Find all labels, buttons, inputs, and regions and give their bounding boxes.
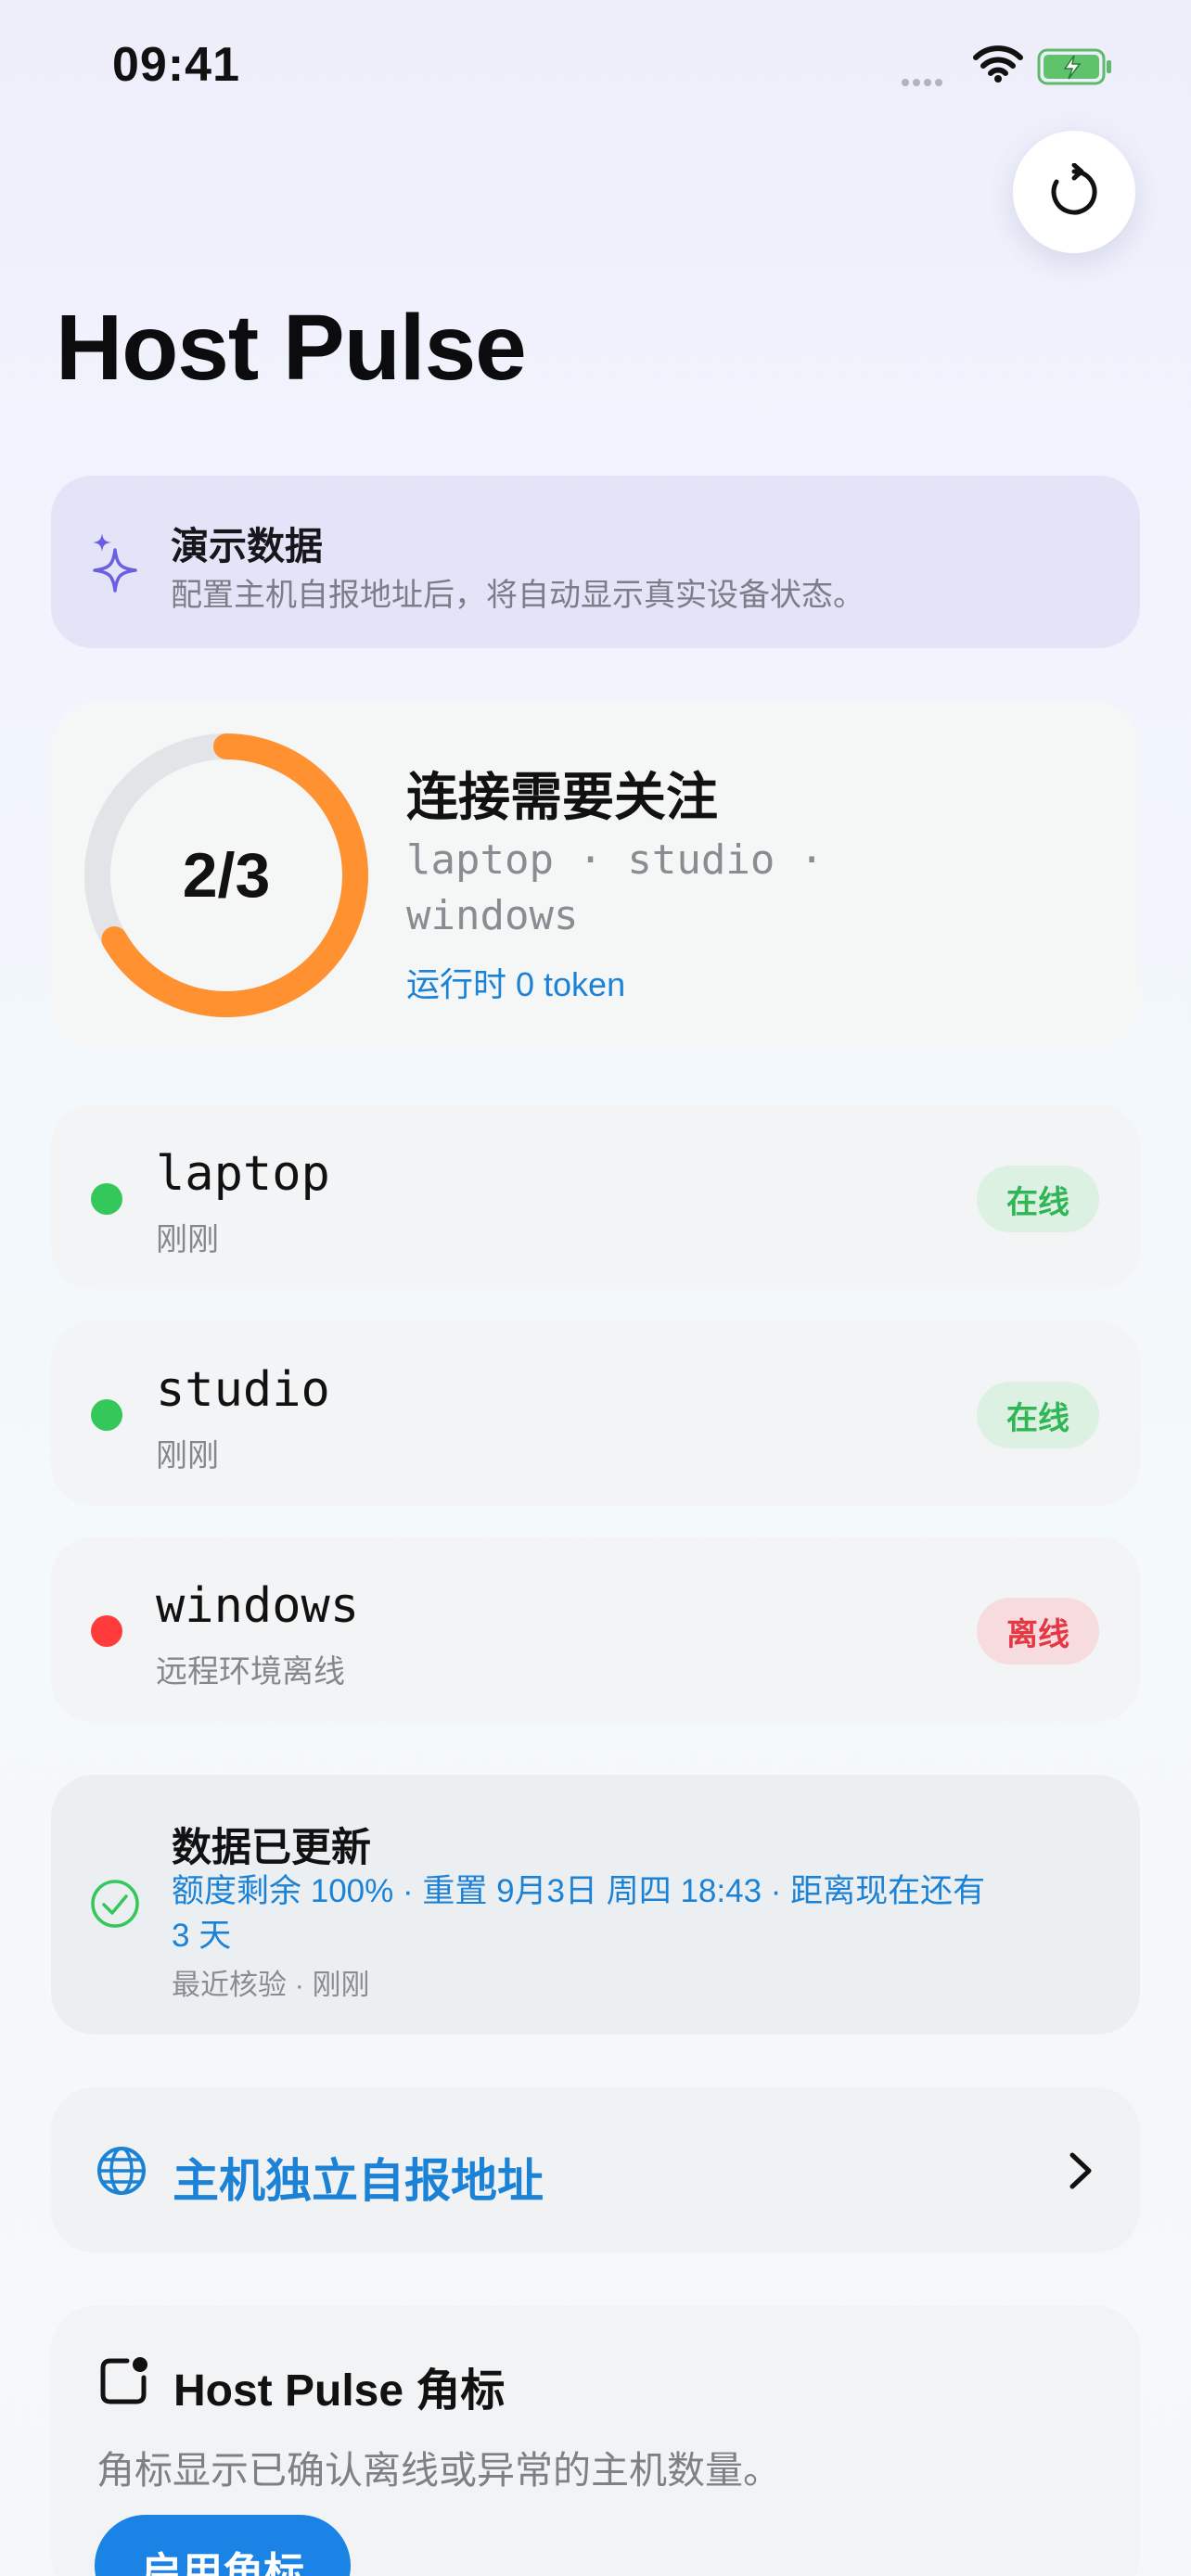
sparkles-icon (93, 533, 139, 597)
checkmark-circle-icon (90, 1879, 140, 1933)
summary-host-list: laptop · studio · windows (406, 836, 825, 939)
quota-detail: 额度剩余 100% · 重置 9月3日 周四 18:43 · 距离现在还有 3 … (172, 1873, 986, 1954)
status-badge: 离线 (977, 1598, 1099, 1664)
host-name: windows (156, 1578, 360, 1634)
refresh-button[interactable] (1013, 131, 1135, 253)
status-time: 09:41 (112, 38, 240, 92)
badge-section-description: 角标显示已确认离线或异常的主机数量。 (96, 2449, 781, 2492)
host-detail: 远程环境离线 (156, 1654, 345, 1690)
chevron-right-icon (1067, 2151, 1095, 2195)
host-detail: 刚刚 (156, 1438, 219, 1473)
link-label: 主机独立自报地址 (173, 2155, 544, 2207)
host-name: studio (156, 1362, 330, 1418)
status-dot (91, 1399, 122, 1431)
globe-icon (96, 2145, 147, 2201)
badge-section-title: Host Pulse 角标 (173, 2366, 506, 2416)
host-detail: 刚刚 (156, 1222, 219, 1257)
status-dot (91, 1183, 122, 1215)
enable-badge-button[interactable]: 启用角标 (95, 2515, 351, 2576)
last-verified: 最近核验 · 刚刚 (172, 1969, 370, 2001)
update-title: 数据已更新 (172, 1826, 371, 1870)
summary-title: 连接需要关注 (406, 768, 718, 826)
demo-title: 演示数据 (171, 525, 323, 567)
ring-count-label: 2/3 (182, 840, 271, 911)
status-dot (91, 1615, 122, 1647)
app-badge-icon (97, 2355, 149, 2412)
demo-subtitle: 配置主机自报地址后，将自动显示真实设备状态。 (171, 578, 864, 613)
battery-charging-icon (1037, 48, 1115, 90)
host-name: laptop (156, 1146, 330, 1202)
wifi-icon (972, 45, 1024, 88)
status-badge: 在线 (977, 1166, 1099, 1232)
status-badge: 在线 (977, 1382, 1099, 1448)
page-title: Host Pulse (56, 296, 527, 400)
refresh-icon (1051, 163, 1097, 215)
cellular-signal-icon (902, 74, 946, 91)
runtime-label: 运行时 0 token (406, 965, 626, 1003)
